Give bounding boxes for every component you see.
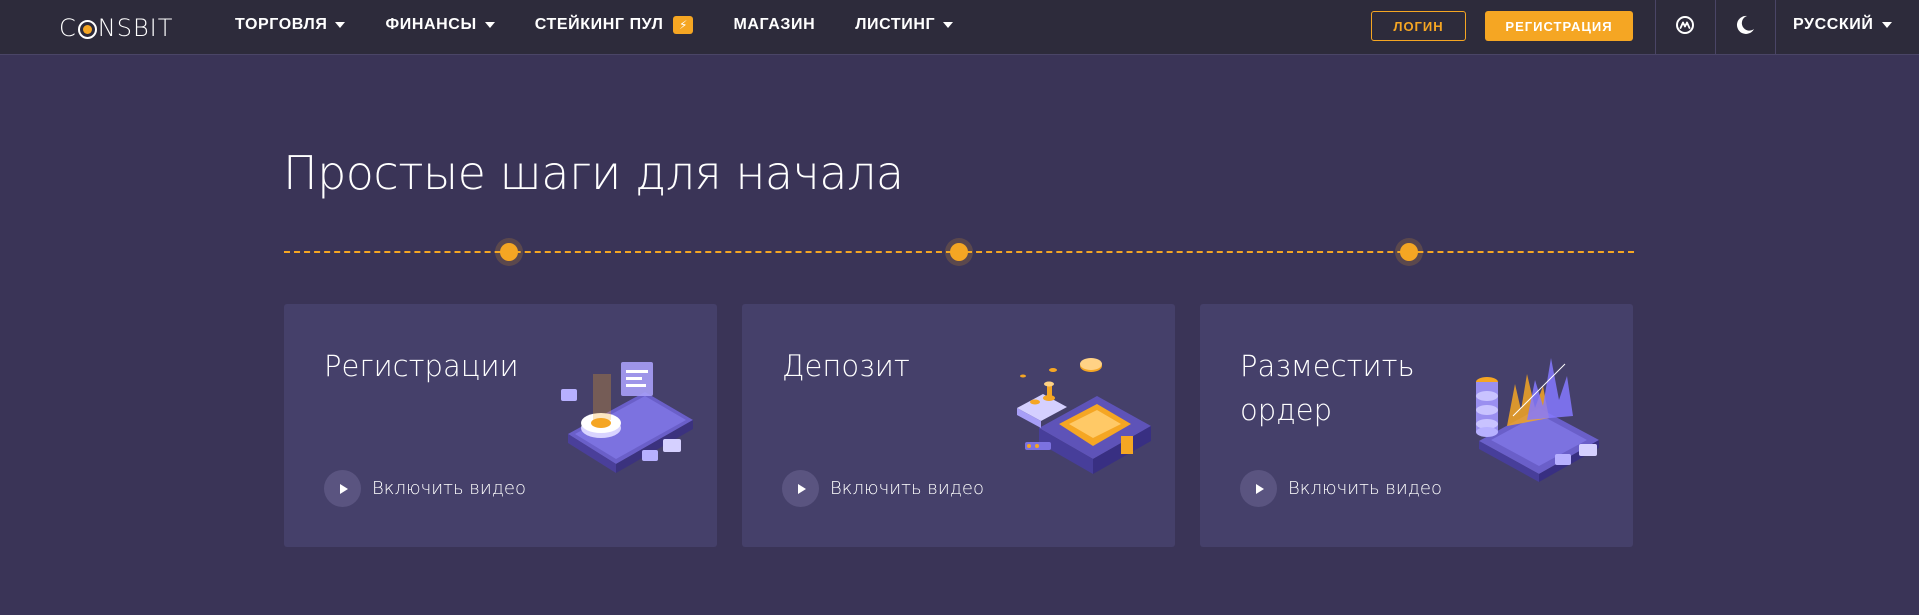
nav-item-label: СТЕЙКИНГ ПУЛ xyxy=(534,16,664,33)
card-title: Разместить ордер xyxy=(1240,349,1415,427)
logo-text-end: NSBIT xyxy=(97,14,174,42)
main-nav: ТОРГОВЛЯ ФИНАНСЫ СТЕЙКИНГ ПУЛ ⚡ МАГАЗИН … xyxy=(235,0,993,50)
play-icon xyxy=(324,470,361,507)
step-card-deposit: Депозит Включить видео xyxy=(742,304,1175,547)
nav-item-label: МАГАЗИН xyxy=(733,16,816,33)
nav-item-finance[interactable]: ФИНАНСЫ xyxy=(385,0,495,50)
nav-item-label: ФИНАНСЫ xyxy=(385,16,477,33)
register-button[interactable]: РЕГИСТРАЦИЯ xyxy=(1485,11,1633,41)
consbit-logo[interactable]: C NSBIT xyxy=(59,13,173,43)
top-navbar: C NSBIT ТОРГОВЛЯ ФИНАНСЫ СТЕЙКИНГ ПУЛ ⚡ … xyxy=(0,0,1919,55)
order-chart-illustration xyxy=(1476,358,1599,482)
play-video-button[interactable]: Включить видео xyxy=(324,470,526,507)
step-card-registration: Регистрации Включить видео xyxy=(284,304,717,547)
play-icon xyxy=(1240,470,1277,507)
nav-item-shop[interactable]: МАГАЗИН xyxy=(733,0,815,50)
play-video-button[interactable]: Включить видео xyxy=(782,470,984,507)
registration-illustration xyxy=(561,362,693,473)
card-title: Депозит xyxy=(782,349,910,383)
play-video-label: Включить видео xyxy=(830,478,984,499)
nav-item-staking-pool[interactable]: СТЕЙКИНГ ПУЛ ⚡ xyxy=(535,0,694,50)
coinmarketcap-icon[interactable] xyxy=(1655,0,1715,50)
divider xyxy=(1775,0,1776,55)
deposit-illustration xyxy=(1017,358,1151,474)
nav-item-label: ТОРГОВЛЯ xyxy=(235,16,328,33)
section-title: Простые шаги для начала xyxy=(283,146,904,200)
logo-coin-icon xyxy=(77,19,97,39)
step-dot-3 xyxy=(1400,243,1418,261)
chevron-down-icon xyxy=(484,22,495,28)
chevron-down-icon xyxy=(335,22,346,28)
login-button[interactable]: ЛОГИН xyxy=(1371,11,1466,41)
moon-icon[interactable] xyxy=(1715,0,1775,50)
card-title: Регистрации xyxy=(324,349,519,383)
nav-item-listing[interactable]: ЛИСТИНГ xyxy=(855,0,954,50)
nav-item-label: ЛИСТИНГ xyxy=(855,16,936,33)
play-video-label: Включить видео xyxy=(372,478,526,499)
lightning-icon: ⚡ xyxy=(673,16,694,34)
play-video-button[interactable]: Включить видео xyxy=(1240,470,1442,507)
play-icon xyxy=(782,470,819,507)
chevron-down-icon xyxy=(943,22,954,28)
step-dot-1 xyxy=(500,243,518,261)
step-dot-2 xyxy=(950,243,968,261)
nav-item-trading[interactable]: ТОРГОВЛЯ xyxy=(235,0,346,50)
language-selector[interactable]: РУССКИЙ xyxy=(1793,0,1892,50)
logo-text-start: C xyxy=(59,14,77,42)
play-video-label: Включить видео xyxy=(1288,478,1442,499)
language-label: РУССКИЙ xyxy=(1793,16,1874,33)
step-card-place-order: Разместить ордер Включить видео xyxy=(1200,304,1633,547)
chevron-down-icon xyxy=(1881,22,1892,28)
